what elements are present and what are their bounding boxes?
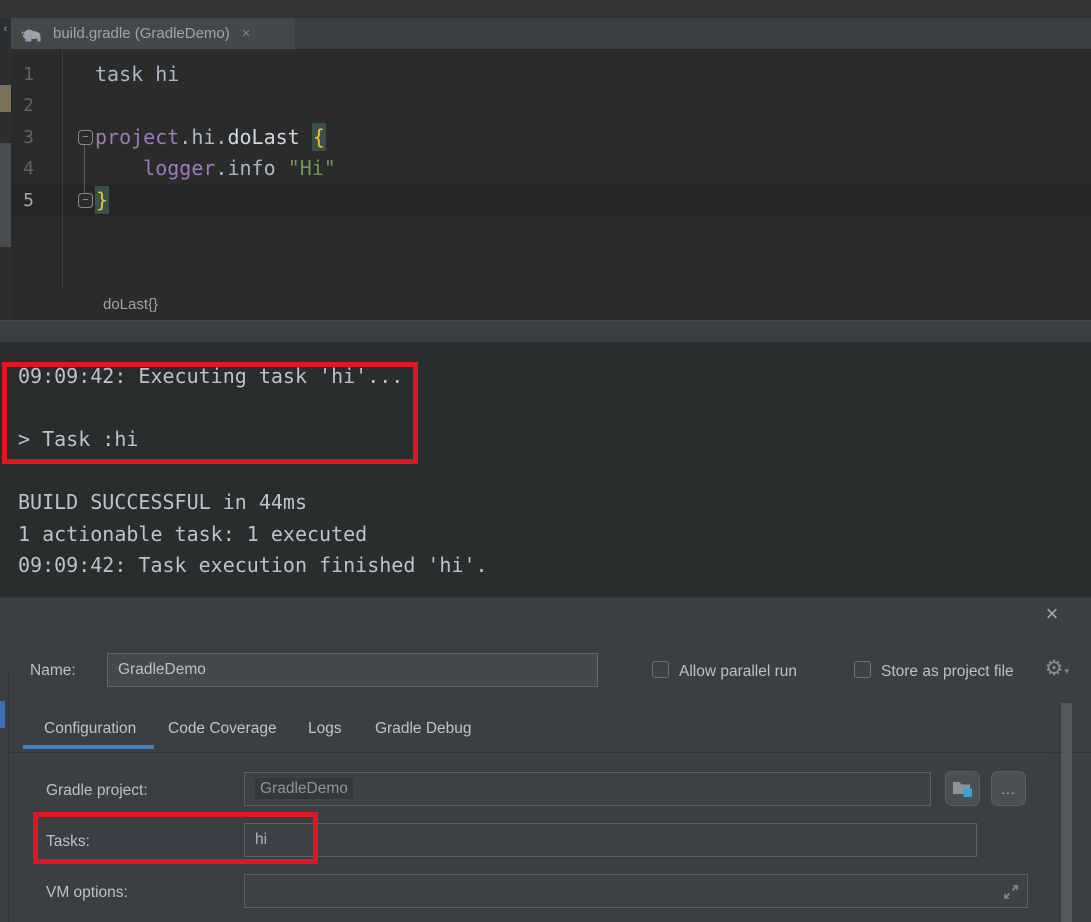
active-tab-underline <box>23 745 154 749</box>
content-left-border <box>8 670 9 922</box>
editor-tab-build-gradle[interactable]: build.gradle (GradleDemo) × <box>11 18 295 49</box>
stripe-collapse-icon[interactable]: ‹ <box>0 22 11 36</box>
panel-splitter[interactable] <box>0 320 1091 342</box>
code-line-3: project.hi.doLast { <box>95 122 326 154</box>
tab-configuration[interactable]: Configuration <box>44 719 136 738</box>
name-input[interactable]: GradleDemo <box>107 653 598 687</box>
console-line: 09:09:42: Executing task 'hi'... <box>18 361 403 393</box>
gear-icon[interactable]: ⚙▾ <box>1040 656 1068 682</box>
fold-end-icon[interactable]: − <box>78 193 93 208</box>
gradle-project-value: GradleDemo <box>255 778 353 799</box>
dialog-close-icon[interactable]: × <box>1038 600 1066 628</box>
gutter-separator <box>62 49 63 290</box>
tasks-input[interactable]: hi <box>244 823 977 857</box>
choose-gradle-project-button[interactable] <box>945 771 980 806</box>
more-options-button[interactable]: ... <box>991 771 1026 806</box>
tab-code-coverage[interactable]: Code Coverage <box>168 719 277 738</box>
content-right-border <box>1050 752 1051 922</box>
vm-options-label: VM options: <box>46 883 128 903</box>
caret-line-highlight <box>11 185 1091 217</box>
folder-icon <box>952 779 973 798</box>
line-number-5: 5 <box>8 185 34 217</box>
tab-gradle-debug[interactable]: Gradle Debug <box>375 719 472 738</box>
tab-logs[interactable]: Logs <box>308 719 342 738</box>
line-number-4: 4 <box>8 153 34 185</box>
allow-parallel-checkbox[interactable] <box>652 661 669 678</box>
line-number-1: 1 <box>8 59 34 91</box>
line-number-3: 3 <box>8 122 34 154</box>
code-line-1: task hi <box>95 59 179 91</box>
code-line-5: } <box>95 185 109 217</box>
fold-collapse-icon[interactable]: − <box>78 130 93 145</box>
ellipsis-icon: ... <box>1001 784 1016 794</box>
gradle-elephant-icon <box>21 26 45 42</box>
breadcrumb-dolast[interactable]: doLast{} <box>103 296 158 314</box>
store-project-file-checkbox[interactable] <box>854 661 871 678</box>
tab-close-icon[interactable]: × <box>242 25 251 42</box>
console-line: 1 actionable task: 1 executed <box>18 519 367 551</box>
window-top-chrome <box>0 0 1091 18</box>
name-label: Name: <box>30 661 76 681</box>
vm-options-input[interactable] <box>244 874 1028 908</box>
tab-content-separator <box>8 752 1091 753</box>
gradle-project-input[interactable]: GradleDemo <box>244 772 931 806</box>
tasks-label: Tasks: <box>46 832 90 852</box>
line-number-2: 2 <box>8 90 34 122</box>
expand-field-icon[interactable] <box>1003 884 1019 900</box>
fold-region-line <box>84 143 85 193</box>
breadcrumb-bar <box>11 290 1091 320</box>
dialog-scrollbar-thumb[interactable] <box>1061 703 1072 922</box>
name-value: GradleDemo <box>118 661 206 678</box>
console-line: BUILD SUCCESSFUL in 44ms <box>18 487 307 519</box>
ide-window: build.gradle (GradleDemo) × ‹ 1 2 3 4 5 … <box>0 0 1091 922</box>
allow-parallel-label: Allow parallel run <box>679 662 797 682</box>
tasks-value: hi <box>255 831 267 848</box>
selection-accent-strip <box>0 701 5 728</box>
gradle-project-label: Gradle project: <box>46 781 148 801</box>
console-line: 09:09:42: Task execution finished 'hi'. <box>18 550 488 582</box>
tab-title: build.gradle (GradleDemo) <box>53 25 230 42</box>
gear-chevron-icon: ▾ <box>1064 658 1069 684</box>
console-line: > Task :hi <box>18 424 138 456</box>
code-line-4: logger.info "Hi" <box>95 153 336 185</box>
store-project-file-label: Store as project file <box>881 662 1014 682</box>
